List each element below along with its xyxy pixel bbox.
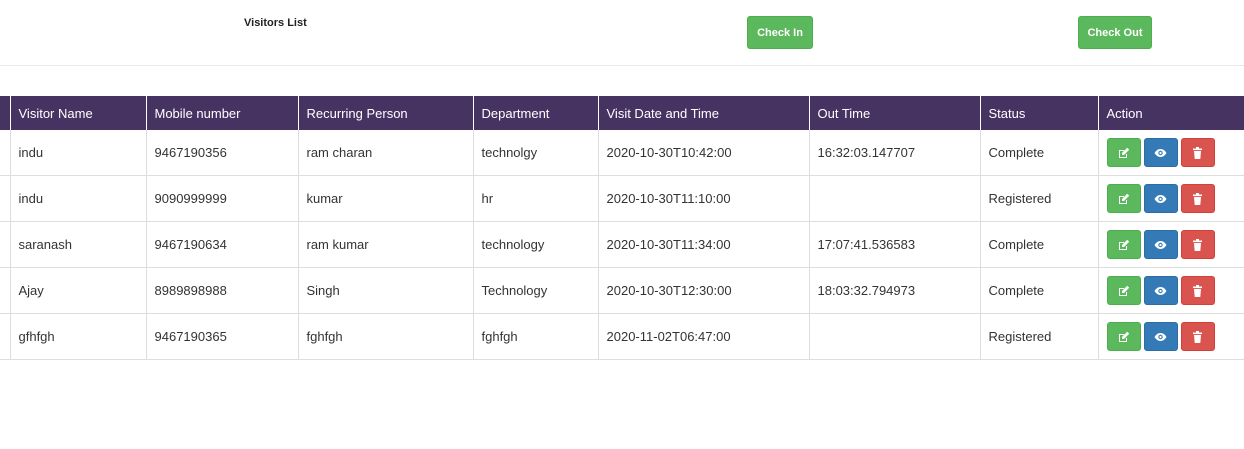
action-cell — [1097, 221, 1244, 268]
mobile-number-cell: 8989898988 — [145, 267, 298, 314]
table-row: indu 9090999999 kumar hr 2020-10-30T11:10:00… — [0, 175, 1244, 222]
column-header-visit-date-time[interactable]: Visit Date and Time — [597, 96, 809, 130]
trash-icon — [1192, 192, 1203, 205]
out-time-cell — [808, 175, 980, 222]
view-button[interactable] — [1143, 184, 1178, 213]
mobile-number-cell: 9467190365 — [145, 313, 298, 360]
eye-icon — [1154, 148, 1167, 158]
eye-icon — [1154, 286, 1167, 296]
recurring-person-cell: fghfgh — [297, 313, 473, 360]
eye-icon — [1154, 332, 1167, 342]
visit-date-time-cell: 2020-11-02T06:47:00 — [597, 313, 809, 360]
visit-date-time-cell: 2020-10-30T10:42:00 — [597, 130, 809, 176]
delete-button[interactable] — [1180, 322, 1215, 351]
visitor-name-cell: Ajay — [9, 267, 146, 314]
edit-icon — [1118, 239, 1130, 251]
view-button[interactable] — [1143, 322, 1178, 351]
table-row: indu 9467190356 ram charan technolgy 2020-10… — [0, 130, 1244, 176]
visit-date-time-cell: 2020-10-30T11:34:00 — [597, 221, 809, 268]
column-header-select — [0, 96, 10, 130]
visitor-name-cell: indu — [9, 130, 146, 176]
column-header-status[interactable]: Status — [979, 96, 1098, 130]
status-cell: Complete — [979, 221, 1098, 268]
column-header-action: Action — [1097, 96, 1244, 130]
delete-button[interactable] — [1180, 138, 1215, 167]
trash-icon — [1192, 238, 1203, 251]
department-cell: technolgy — [472, 130, 598, 176]
eye-icon — [1154, 240, 1167, 250]
department-cell: hr — [472, 175, 598, 222]
delete-button[interactable] — [1180, 184, 1215, 213]
department-cell: Technology — [472, 267, 598, 314]
row-select-cell — [0, 221, 10, 268]
row-select-cell — [0, 313, 10, 360]
recurring-person-cell: Singh — [297, 267, 473, 314]
trash-icon — [1192, 146, 1203, 159]
row-select-cell — [0, 175, 10, 222]
column-header-visitor-name[interactable]: Visitor Name — [9, 96, 146, 130]
department-cell: technology — [472, 221, 598, 268]
view-button[interactable] — [1143, 230, 1178, 259]
action-cell — [1097, 130, 1244, 176]
mobile-number-cell: 9467190356 — [145, 130, 298, 176]
trash-icon — [1192, 330, 1203, 343]
row-select-cell — [0, 130, 10, 176]
trash-icon — [1192, 284, 1203, 297]
edit-icon — [1118, 193, 1130, 205]
visitors-page: Visitors List Check In Check Out Visitor… — [0, 0, 1244, 449]
status-cell: Complete — [979, 267, 1098, 314]
status-cell: Registered — [979, 313, 1098, 360]
recurring-person-cell: ram kumar — [297, 221, 473, 268]
column-header-mobile-number[interactable]: Mobile number — [145, 96, 298, 130]
table-header-row: Visitor Name Mobile number Recurring Per… — [0, 96, 1244, 130]
visitors-table: Visitor Name Mobile number Recurring Per… — [0, 96, 1244, 360]
out-time-cell: 17:07:41.536583 — [808, 221, 980, 268]
out-time-cell: 18:03:32.794973 — [808, 267, 980, 314]
top-bar: Visitors List Check In Check Out — [0, 0, 1244, 66]
mobile-number-cell: 9090999999 — [145, 175, 298, 222]
edit-button[interactable] — [1106, 230, 1141, 259]
row-select-cell — [0, 267, 10, 314]
edit-button[interactable] — [1106, 184, 1141, 213]
edit-button[interactable] — [1106, 276, 1141, 305]
table-row: Ajay 8989898988 Singh Technology 2020-10-30T… — [0, 267, 1244, 314]
action-cell — [1097, 313, 1244, 360]
edit-button[interactable] — [1106, 322, 1141, 351]
mobile-number-cell: 9467190634 — [145, 221, 298, 268]
recurring-person-cell: kumar — [297, 175, 473, 222]
visit-date-time-cell: 2020-10-30T12:30:00 — [597, 267, 809, 314]
eye-icon — [1154, 194, 1167, 204]
page-title: Visitors List — [244, 17, 307, 29]
delete-button[interactable] — [1180, 230, 1215, 259]
table-row: saranash 9467190634 ram kumar technology 202… — [0, 221, 1244, 268]
check-in-button[interactable]: Check In — [747, 16, 813, 49]
column-header-out-time[interactable]: Out Time — [808, 96, 980, 130]
edit-icon — [1118, 147, 1130, 159]
edit-button[interactable] — [1106, 138, 1141, 167]
visitor-name-cell: saranash — [9, 221, 146, 268]
edit-icon — [1118, 331, 1130, 343]
column-header-recurring-person[interactable]: Recurring Person — [297, 96, 473, 130]
department-cell: fghfgh — [472, 313, 598, 360]
column-header-department[interactable]: Department — [472, 96, 598, 130]
edit-icon — [1118, 285, 1130, 297]
status-cell: Complete — [979, 130, 1098, 176]
out-time-cell: 16:32:03.147707 — [808, 130, 980, 176]
delete-button[interactable] — [1180, 276, 1215, 305]
status-cell: Registered — [979, 175, 1098, 222]
visit-date-time-cell: 2020-10-30T11:10:00 — [597, 175, 809, 222]
action-cell — [1097, 267, 1244, 314]
visitor-name-cell: gfhfgh — [9, 313, 146, 360]
check-out-button[interactable]: Check Out — [1078, 16, 1152, 49]
out-time-cell — [808, 313, 980, 360]
view-button[interactable] — [1143, 276, 1178, 305]
visitor-name-cell: indu — [9, 175, 146, 222]
recurring-person-cell: ram charan — [297, 130, 473, 176]
view-button[interactable] — [1143, 138, 1178, 167]
table-row: gfhfgh 9467190365 fghfgh fghfgh 2020-11-02T0… — [0, 313, 1244, 360]
visitors-table-container: Visitor Name Mobile number Recurring Per… — [0, 96, 1244, 360]
action-cell — [1097, 175, 1244, 222]
